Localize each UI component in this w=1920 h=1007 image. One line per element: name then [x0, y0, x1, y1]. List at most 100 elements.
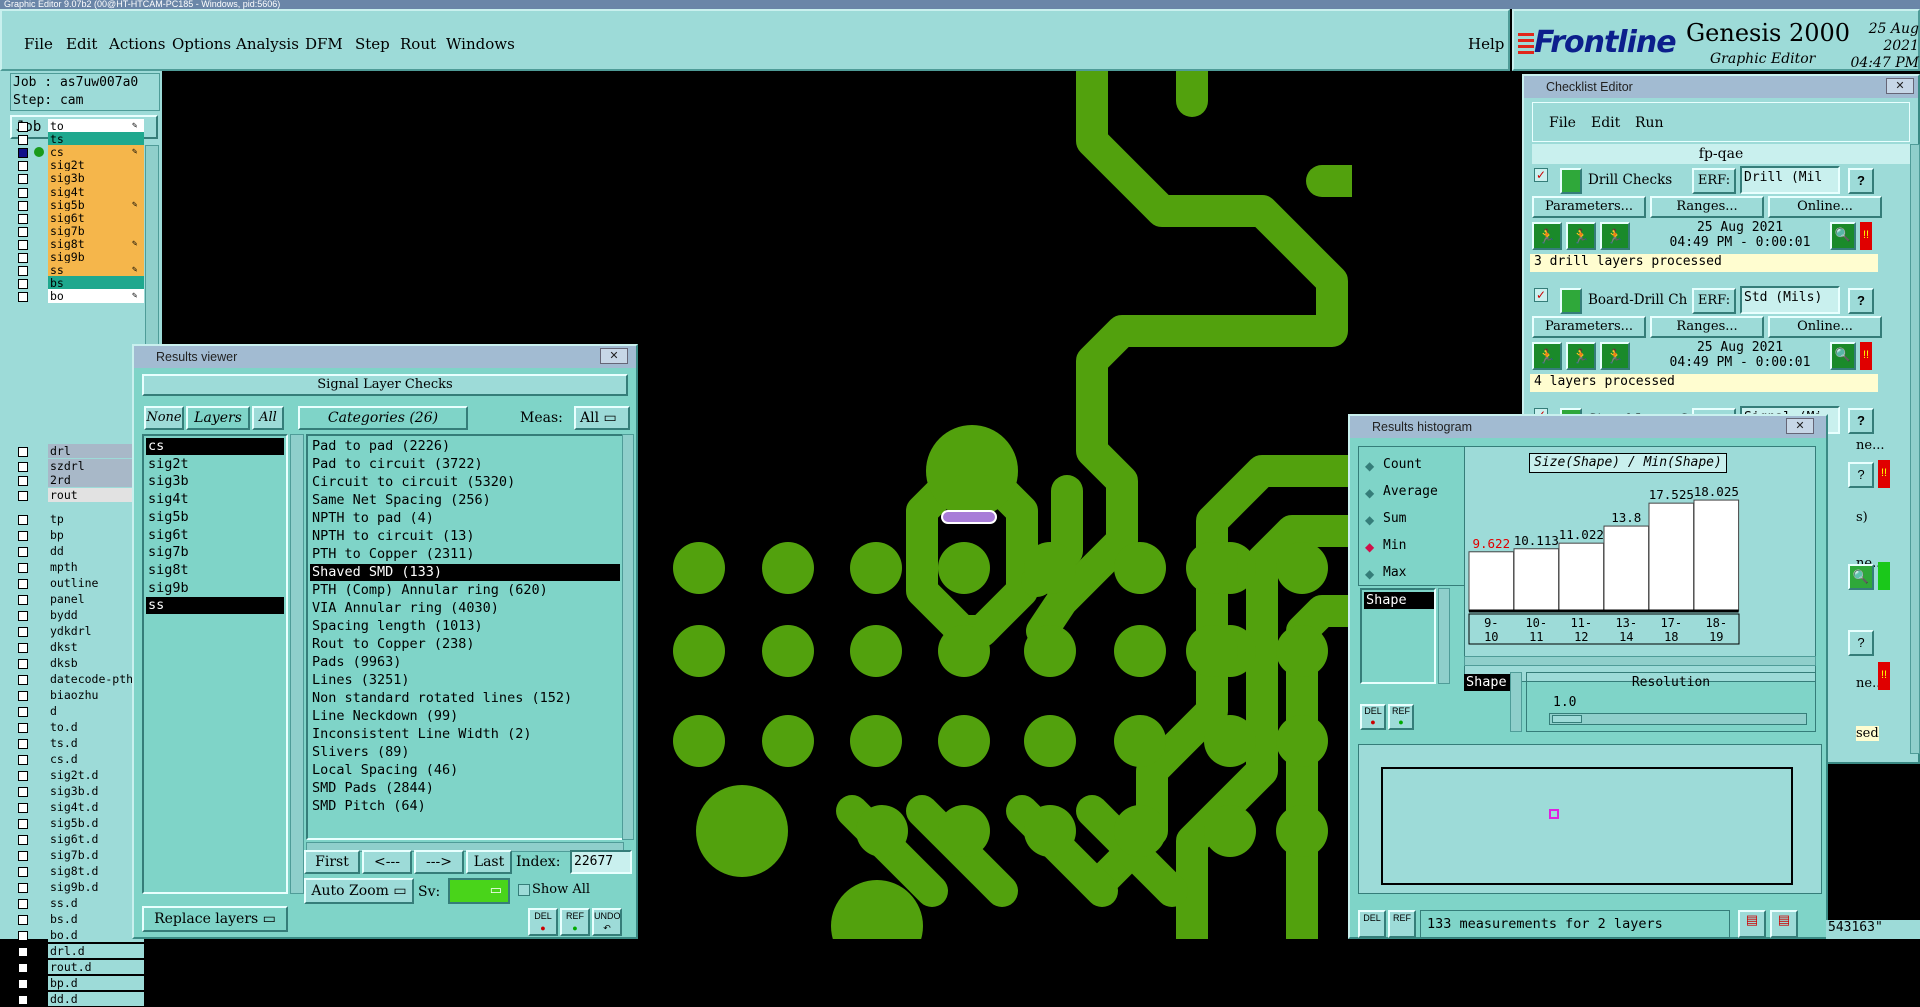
layer-row-2rd[interactable]: 2rd [14, 473, 144, 488]
categories-scrollbar[interactable] [622, 434, 634, 840]
check-enable-checkbox[interactable]: ✓ [1534, 168, 1548, 182]
layer-checkbox[interactable] [18, 292, 28, 303]
layer-name[interactable]: dd [48, 544, 144, 558]
layer-checkbox[interactable] [18, 200, 28, 211]
layer-list-item[interactable]: sig7b [146, 544, 284, 561]
category-list-item[interactable]: Pad to circuit (3722) [310, 456, 620, 473]
layer-name[interactable]: sig7b [48, 223, 144, 238]
category-list-item[interactable]: Spacing length (1013) [310, 618, 620, 635]
category-list-item[interactable]: Inconsistent Line Width (2) [310, 726, 620, 743]
categories-button[interactable]: Categories (26) [298, 406, 468, 430]
layer-row-szdrl[interactable]: szdrl [14, 458, 144, 474]
layer-checkbox[interactable] [18, 643, 28, 653]
checklist-scrollbar[interactable] [1910, 144, 1920, 754]
category-list-item[interactable]: PTH (Comp) Annular ring (620) [310, 582, 620, 599]
menu-help[interactable]: Help [1468, 35, 1504, 53]
layer-name[interactable]: bp [48, 528, 144, 542]
layer-name[interactable]: tp [48, 512, 144, 526]
layer-checkbox[interactable] [18, 461, 28, 472]
layer-name[interactable]: sig9b [48, 250, 144, 264]
layer-list-item[interactable]: sig6t [146, 527, 284, 544]
layer-row-bp[interactable]: bp [14, 528, 144, 543]
category-list-item[interactable]: NPTH to pad (4) [310, 510, 620, 527]
shape-scrollbar[interactable] [1510, 672, 1522, 732]
layer-checkbox[interactable] [18, 627, 28, 637]
online-button[interactable]: Online... [1768, 316, 1882, 338]
layer-checkbox[interactable] [18, 771, 28, 781]
checklist-menu-edit[interactable]: Edit [1591, 115, 1620, 131]
layer-name[interactable]: sig9b.d [48, 880, 144, 894]
menu-step[interactable]: Step [355, 35, 390, 53]
category-list-item[interactable]: Local Spacing (46) [310, 762, 620, 779]
menu-actions[interactable]: Actions [109, 35, 165, 53]
slider-handle[interactable] [1552, 715, 1582, 723]
layer-name[interactable]: mpth [48, 560, 144, 574]
layer-name[interactable]: ts.d [48, 736, 144, 750]
menu-edit[interactable]: Edit [66, 35, 97, 53]
field-list-scrollbar[interactable] [1438, 588, 1450, 684]
layer-name[interactable]: sig3b [48, 171, 144, 186]
option-sum[interactable]: ◆ Sum [1365, 511, 1465, 531]
layer-checkbox[interactable] [18, 226, 28, 237]
delete-icon[interactable]: DEL [1358, 910, 1386, 938]
erf-button[interactable]: ERF: [1692, 168, 1736, 194]
refresh-icon[interactable]: REF ● [560, 908, 590, 936]
category-list-item[interactable]: Pad to pad (2226) [310, 438, 620, 455]
menu-options[interactable]: Options [172, 35, 231, 53]
field-list[interactable]: Shape [1360, 588, 1436, 684]
layer-checkbox[interactable] [18, 515, 28, 525]
category-list-item[interactable]: Circuit to circuit (5320) [310, 474, 620, 491]
layer-name[interactable]: sig3b.d [48, 784, 144, 798]
layer-name[interactable]: ss.d [48, 896, 144, 910]
layer-checkbox[interactable] [18, 851, 28, 861]
refresh-icon[interactable]: REF [1388, 910, 1416, 938]
layer-checkbox[interactable] [18, 174, 28, 185]
radio-icon[interactable]: ◆ [1365, 486, 1374, 500]
layer-row-ydkdrl[interactable]: ydkdrl [14, 624, 144, 639]
layer-row-sig7b.d[interactable]: sig7b.d [14, 848, 144, 863]
layer-row-sig3b.d[interactable]: sig3b.d [14, 784, 144, 799]
menu-analysis[interactable]: Analysis [236, 35, 299, 53]
histogram-hscrollbar[interactable] [1464, 656, 1816, 666]
layer-name[interactable]: rout [48, 487, 144, 502]
layer-checkbox[interactable] [18, 611, 28, 621]
layer-name[interactable]: d [48, 704, 144, 718]
menu-file[interactable]: File [24, 35, 53, 53]
runner-icon[interactable]: 🏃 [1600, 222, 1630, 250]
layer-checkbox[interactable] [18, 476, 28, 486]
layer-checkbox[interactable] [18, 659, 28, 669]
layer-checkbox[interactable] [18, 279, 28, 290]
layer-row-to.d[interactable]: to.d✎ [14, 720, 144, 735]
checklist-titlebar[interactable]: Checklist Editor ✕ [1524, 76, 1918, 98]
histogram-titlebar[interactable]: Results histogram ✕ [1350, 416, 1826, 438]
layer-name[interactable]: dd.d [48, 992, 144, 1006]
category-list-item[interactable]: SMD Pads (2844) [310, 780, 620, 797]
category-list-item[interactable]: Non standard rotated lines (152) [310, 690, 620, 707]
layer-checkbox[interactable] [18, 675, 28, 685]
prev-button[interactable]: <--- [362, 850, 412, 874]
layer-checkbox[interactable] [18, 447, 28, 457]
layer-checkbox[interactable] [18, 547, 28, 557]
online-button[interactable]: Online... [1768, 196, 1882, 218]
refresh-icon[interactable]: REF ● [1388, 704, 1414, 730]
layer-checkbox[interactable] [18, 253, 28, 263]
delete-icon[interactable]: DEL ● [528, 908, 558, 936]
meas-dropdown[interactable]: All ▭ [574, 406, 630, 430]
radio-icon[interactable]: ◆ [1365, 567, 1374, 581]
layer-name[interactable]: bs [48, 276, 144, 291]
layer-name[interactable]: sig2t [48, 158, 144, 173]
layers-list[interactable]: cs sig2t sig3b sig4t sig5b sig6t sig7b sig8t sig… [142, 434, 288, 894]
layer-name[interactable]: bs.d [48, 912, 144, 926]
next-button[interactable]: ---> [414, 850, 464, 874]
layer-name[interactable]: sig2t.d [48, 768, 144, 782]
layer-row-datecode-pth[interactable]: datecode-pth [14, 672, 144, 687]
layer-row-bo[interactable]: bo ✎ [14, 289, 144, 304]
layer-row-outline[interactable]: outline [14, 576, 144, 591]
layer-checkbox[interactable] [18, 931, 28, 941]
layer-list-item[interactable]: sig4t [146, 491, 284, 508]
layer-name[interactable]: sig6t.d [48, 832, 144, 846]
layer-list-item[interactable]: cs [146, 438, 284, 455]
histogram-bar[interactable] [1558, 542, 1605, 612]
layer-name[interactable]: sig7b.d [48, 848, 144, 862]
erf-button[interactable]: ERF: [1692, 288, 1736, 314]
